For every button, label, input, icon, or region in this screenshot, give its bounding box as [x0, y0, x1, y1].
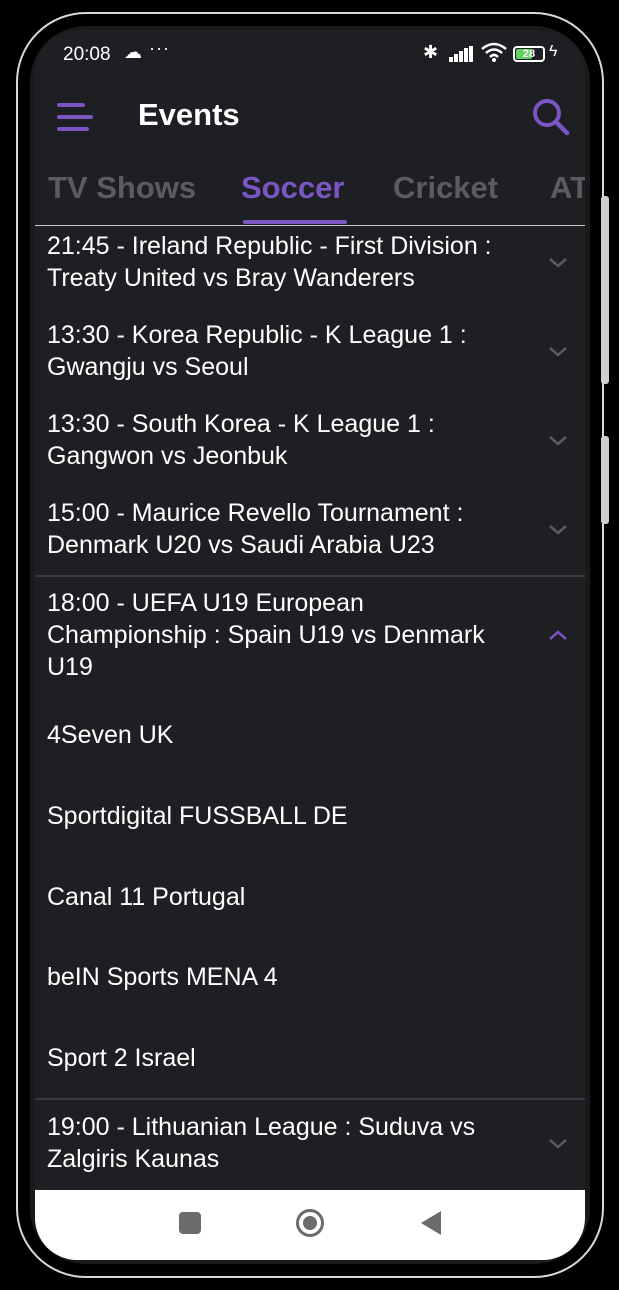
chevron-up-icon[interactable] — [547, 628, 569, 642]
screen: 20:08 ☁ ··· ✱ 28 ϟ Events TV Shows Socce… — [35, 30, 585, 1260]
recents-button[interactable] — [179, 1212, 201, 1234]
tab-at[interactable]: AT — [550, 170, 585, 206]
event-item[interactable]: 13:30 - South Korea - K League 1 : Gangw… — [47, 408, 527, 472]
channel-item[interactable]: Canal 11 Portugal — [47, 883, 245, 912]
back-button[interactable] — [421, 1211, 441, 1235]
app-bar: Events — [35, 85, 585, 149]
event-item[interactable]: 19:00 - Lithuanian League : Suduva vs Za… — [47, 1111, 527, 1175]
signal-icon — [449, 46, 475, 62]
divider — [35, 575, 585, 577]
event-list: 21:45 - Ireland Republic - First Divisio… — [35, 228, 585, 1190]
channel-item[interactable]: Sportdigital FUSSBALL DE — [47, 802, 348, 831]
volume-button — [601, 436, 609, 524]
tab-cricket[interactable]: Cricket — [393, 170, 498, 206]
bluetooth-icon: ✱ — [423, 42, 439, 62]
battery-icon: 28 — [513, 46, 545, 62]
status-time: 20:08 — [63, 44, 111, 65]
cloud-icon: ☁ — [124, 42, 142, 62]
divider — [35, 1098, 585, 1100]
system-nav-bar — [35, 1190, 585, 1260]
power-button — [601, 196, 609, 384]
tab-tv-shows[interactable]: TV Shows — [48, 170, 196, 206]
battery-level: 28 — [522, 48, 536, 60]
chevron-down-icon[interactable] — [547, 523, 569, 537]
event-item[interactable]: 21:45 - Ireland Republic - First Divisio… — [47, 230, 527, 294]
channel-item[interactable]: Sport 2 Israel — [47, 1044, 196, 1073]
active-tab-indicator — [243, 220, 347, 224]
channel-item[interactable]: beIN Sports MENA 4 — [47, 963, 278, 992]
chevron-down-icon[interactable] — [547, 345, 569, 359]
status-bar: 20:08 ☁ ··· ✱ 28 ϟ — [35, 30, 585, 80]
chevron-down-icon[interactable] — [547, 434, 569, 448]
chevron-down-icon[interactable] — [547, 256, 569, 270]
wifi-icon — [481, 42, 507, 62]
chevron-down-icon[interactable] — [547, 1137, 569, 1151]
tab-soccer[interactable]: Soccer — [241, 170, 344, 206]
home-button[interactable] — [296, 1209, 324, 1237]
more-notifications-icon: ··· — [149, 38, 170, 58]
tab-bar: TV Shows Soccer Cricket AT — [35, 158, 585, 226]
event-item-expanded[interactable]: 18:00 - UEFA U19 European Championship :… — [47, 587, 527, 683]
channel-item[interactable]: 4Seven UK — [47, 721, 173, 750]
event-item[interactable]: 13:30 - Korea Republic - K League 1 : Gw… — [47, 319, 527, 383]
search-icon[interactable] — [531, 97, 571, 137]
event-item[interactable]: 15:00 - Maurice Revello Tournament : Den… — [47, 497, 527, 561]
menu-icon[interactable] — [57, 103, 93, 131]
page-title: Events — [138, 97, 240, 132]
charging-icon: ϟ — [549, 43, 558, 60]
